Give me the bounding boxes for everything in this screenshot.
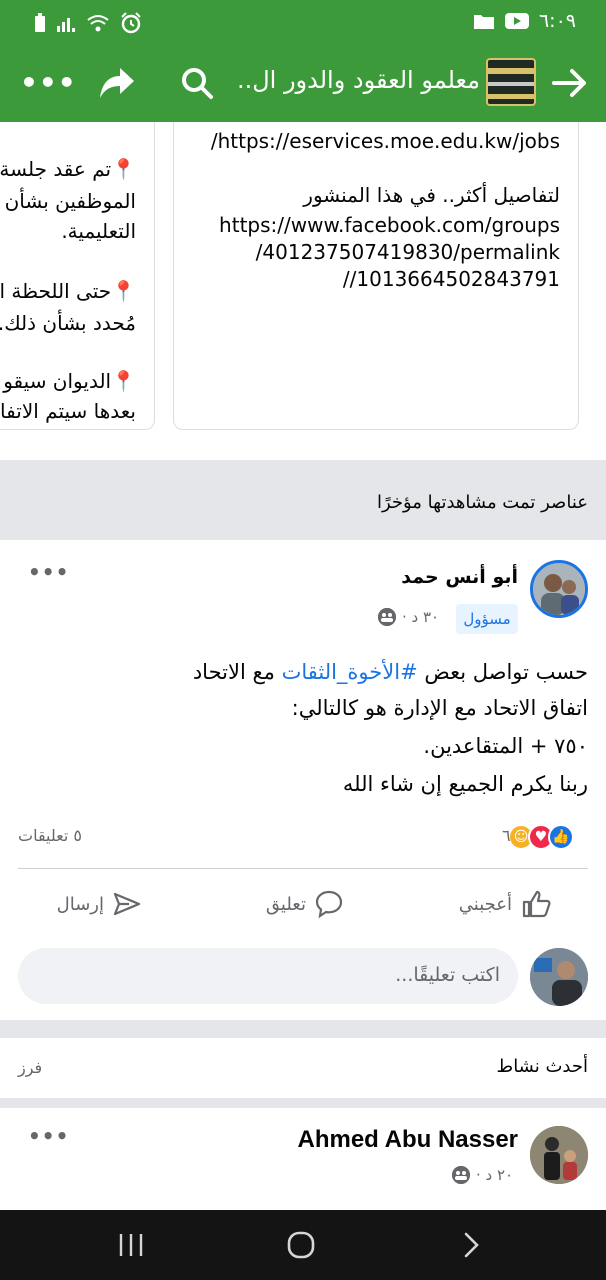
folder-icon: [473, 15, 494, 29]
comment-label: تعليق: [265, 893, 306, 915]
card-text-line: لتفاصيل أكثر.. في هذا المنشور: [303, 183, 560, 207]
group-title[interactable]: معلمو العقود والدور ال...: [236, 66, 480, 94]
card-text-line: 📍الديوان سيقو: [3, 369, 136, 393]
card-news[interactable]: 📍تم عقد جلسة الموظفين بشأن م التعليمية. …: [0, 122, 155, 430]
comment-placeholder: اكتب تعليقًا...: [395, 964, 500, 986]
post-card: [0, 1108, 606, 1210]
card-link-line[interactable]: /https://eservices.moe.edu.kw/jobs: [211, 129, 560, 153]
back-arrow-icon[interactable]: [552, 66, 588, 100]
avatar-photo: [530, 948, 588, 1006]
group-icon: [378, 608, 396, 626]
post-text-part: مع الاتحاد: [192, 660, 282, 684]
wifi-icon: [87, 15, 109, 32]
author-avatar[interactable]: [530, 1126, 588, 1184]
post-more-icon[interactable]: •••: [28, 1124, 69, 1148]
post-meta: ٢٠ د ·: [452, 1166, 513, 1184]
battery-icon: [35, 13, 45, 32]
status-time: ٦:٠٩: [538, 10, 576, 32]
status-bar: ٦:٠٩: [0, 0, 606, 44]
author-avatar[interactable]: [530, 560, 588, 618]
post-meta: ٣٠ د ·: [378, 608, 439, 626]
comment-icon: [315, 890, 343, 919]
like-button[interactable]: أعجبني: [459, 884, 552, 924]
alarm-icon: [121, 12, 141, 34]
post-author-name[interactable]: Ahmed Abu Nasser: [298, 1126, 519, 1154]
app-bar: ••• معلمو العقود والدور ال...: [0, 44, 606, 122]
post-body-line: ربنا يكرم الجميع إن شاء الله: [342, 772, 588, 796]
card-link-line[interactable]: //1013664502843791: [343, 267, 560, 291]
shared-cards-carousel: /https://eservices.moe.edu.kw/jobs لتفاص…: [0, 122, 606, 460]
post-time[interactable]: ٢٠ د ·: [476, 1166, 513, 1184]
recently-viewed-title: عناصر تمت مشاهدتها مؤخرًا: [376, 492, 588, 513]
system-nav-bar: [0, 1210, 606, 1280]
card-text-line: التعليمية.: [61, 219, 136, 243]
latest-activity-title: أحدث نشاط: [496, 1056, 588, 1077]
card-links[interactable]: /https://eservices.moe.edu.kw/jobs لتفاص…: [173, 122, 579, 430]
group-icon: [452, 1166, 470, 1184]
send-label: إرسال: [56, 893, 104, 915]
more-icon[interactable]: •••: [20, 66, 77, 99]
card-link-line[interactable]: https://www.facebook.com/groups: [219, 213, 560, 237]
group-thumbnail[interactable]: [486, 58, 536, 106]
youtube-icon: [504, 13, 529, 29]
like-label: أعجبني: [458, 893, 512, 915]
avatar-photo: [530, 1126, 588, 1184]
share-icon[interactable]: [96, 64, 136, 100]
back-icon[interactable]: [456, 1230, 486, 1260]
divider: [18, 868, 588, 869]
like-icon: [522, 890, 551, 918]
send-icon: [113, 892, 141, 916]
post-author-name[interactable]: أبو أنس حمد: [401, 566, 518, 588]
section-separator: [0, 1098, 606, 1108]
home-icon[interactable]: [286, 1230, 316, 1260]
section-separator: [0, 1020, 606, 1038]
card-text-line: مُحدد بشأن ذلك.: [0, 311, 136, 335]
post-body-line: حسب تواصل بعض #الأخوة_الثقات مع الاتحاد: [8, 660, 588, 684]
status-left-icons: [34, 12, 142, 34]
recent-apps-icon[interactable]: [116, 1230, 146, 1260]
avatar-photo: [533, 563, 585, 615]
signal-icon: [57, 18, 75, 32]
comment-input[interactable]: اكتب تعليقًا...: [18, 948, 518, 1004]
sort-button[interactable]: فرز: [18, 1058, 42, 1077]
admin-badge: مسؤول: [456, 604, 518, 634]
search-icon[interactable]: [180, 66, 214, 100]
comments-count[interactable]: ٥ تعليقات: [18, 826, 82, 845]
card-text-line: 📍حتى اللحظة ا: [0, 279, 136, 303]
current-user-avatar[interactable]: [530, 948, 588, 1006]
comment-button[interactable]: تعليق: [266, 884, 344, 924]
card-text-line: 📍تم عقد جلسة: [0, 157, 136, 181]
send-button[interactable]: إرسال: [57, 884, 142, 924]
reaction-count[interactable]: ٦: [502, 826, 511, 845]
hashtag-link[interactable]: #الأخوة_الثقات: [282, 660, 418, 684]
card-text-line: بعدها سيتم الاتفا: [0, 399, 136, 423]
reactions-summary[interactable]: ☺ ♥ 👍: [508, 824, 574, 850]
post-time[interactable]: ٣٠ د ·: [402, 608, 439, 626]
post-more-icon[interactable]: •••: [28, 560, 69, 584]
card-text-line: الموظفين بشأن م: [0, 189, 136, 213]
post-body-line: ٧٥٠ + المتقاعدين.: [423, 734, 588, 758]
post-body-line: اتفاق الاتحاد مع الإدارة هو كالتالي:: [291, 696, 588, 720]
status-right-icons: ٦:٠٩: [473, 10, 576, 32]
post-text-part: حسب تواصل بعض: [417, 660, 588, 684]
like-reaction-icon: 👍: [548, 824, 574, 850]
card-link-line[interactable]: /401237507419830/permalink: [256, 240, 560, 264]
